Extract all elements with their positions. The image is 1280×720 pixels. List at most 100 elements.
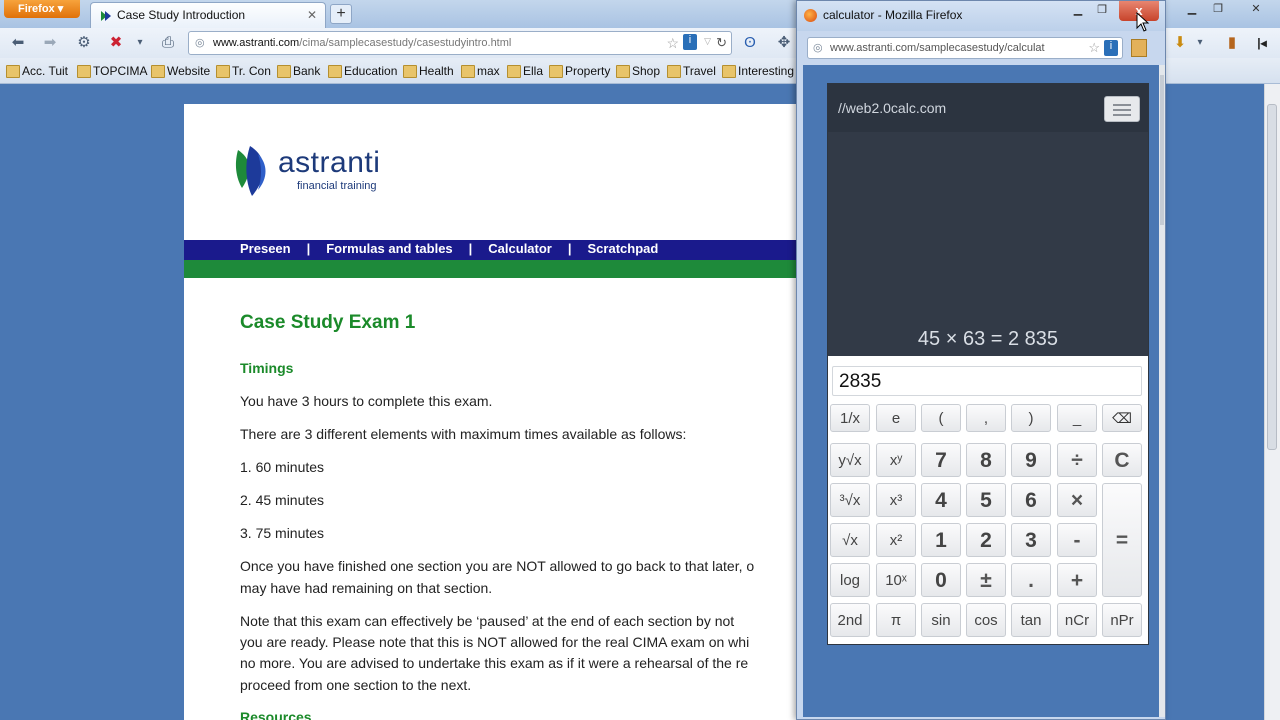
firefox-menu-button[interactable]: Firefox ▾	[4, 0, 80, 18]
calculator-input[interactable]: 2835	[832, 366, 1142, 396]
bookmark-folder[interactable]: Travel	[667, 64, 716, 78]
key-divide[interactable]: ÷	[1057, 443, 1097, 477]
bookmark-folder[interactable]: Acc. Tuit	[6, 64, 68, 78]
key-1[interactable]: 1	[921, 523, 961, 557]
key-2nd[interactable]: 2nd	[830, 603, 870, 637]
key-close-paren[interactable]: )	[1011, 404, 1051, 432]
key-plus[interactable]: +	[1057, 563, 1097, 597]
key-tan[interactable]: tan	[1011, 603, 1051, 637]
key-sin[interactable]: sin	[921, 603, 961, 637]
key-0[interactable]: 0	[921, 563, 961, 597]
popup-restore-button[interactable]: ❐	[1091, 3, 1113, 19]
restore-button[interactable]: ❐	[1206, 2, 1230, 18]
new-tab-button[interactable]: +	[330, 4, 352, 24]
tab-case-study[interactable]: Case Study Introduction ✕	[90, 2, 326, 28]
key-3[interactable]: 3	[1011, 523, 1051, 557]
key-ten-power[interactable]: 10ˣ	[876, 563, 916, 597]
key-backspace[interactable]: ⌫	[1102, 404, 1142, 432]
extension-icon[interactable]: ʘ	[740, 33, 760, 53]
key-multiply[interactable]: ×	[1057, 483, 1097, 517]
key-ncr[interactable]: nCr	[1057, 603, 1097, 637]
key-plus-minus[interactable]: ±	[966, 563, 1006, 597]
bookmark-folder[interactable]: Education	[328, 64, 397, 78]
close-window-button[interactable]: ✕	[1244, 2, 1268, 18]
url-dropdown-icon[interactable]: ▽	[704, 36, 711, 47]
key-pi[interactable]: π	[876, 603, 916, 637]
key-7[interactable]: 7	[921, 443, 961, 477]
print-icon[interactable]: ⎙	[158, 33, 178, 53]
key-cube[interactable]: x³	[876, 483, 916, 517]
key-underscore[interactable]: _	[1057, 404, 1097, 432]
nav-calculator[interactable]: Calculator	[488, 241, 552, 256]
info-icon[interactable]: i	[683, 34, 697, 50]
bookmark-folder[interactable]: Health	[403, 64, 454, 78]
key-2[interactable]: 2	[966, 523, 1006, 557]
bookmark-folder[interactable]: max	[461, 64, 500, 78]
bookmark-folder[interactable]: Property	[549, 64, 610, 78]
nav-preseen[interactable]: Preseen	[240, 241, 291, 256]
calculator-display: //web2.0calc.com 45 × 63 = 2 835	[828, 84, 1148, 356]
bookmark-folder[interactable]: Website	[151, 64, 210, 78]
popup-url-bar[interactable]: ◎ www.astranti.com/samplecasestudy/calcu…	[807, 37, 1123, 59]
back-arrow-icon[interactable]: ⬅	[8, 33, 28, 53]
minimize-button[interactable]: ▁	[1180, 2, 1204, 18]
paragraph: you are ready. Please note that this is …	[240, 634, 750, 650]
key-clear[interactable]: C	[1102, 443, 1142, 477]
main-scrollbar-thumb[interactable]	[1267, 104, 1277, 450]
bookmark-folder[interactable]: Interesting	[722, 64, 794, 78]
key-reciprocal[interactable]: 1/x	[830, 404, 870, 432]
addon-icon[interactable]: ⚙	[74, 33, 94, 53]
bookmark-star-icon[interactable]: ☆	[666, 35, 679, 52]
history-dropdown-icon[interactable]: ▾	[130, 33, 150, 53]
popup-minimize-button[interactable]: ▁	[1067, 3, 1089, 19]
key-equals[interactable]: =	[1102, 483, 1142, 597]
page-menu-icon[interactable]: |◂	[1252, 33, 1272, 53]
bookmark-folder[interactable]: Ella	[507, 64, 543, 78]
bookmark-folder[interactable]: Shop	[616, 64, 660, 78]
key-8[interactable]: 8	[966, 443, 1006, 477]
bookmark-folder[interactable]: Tr. Con	[216, 64, 271, 78]
list-item: 3. 75 minutes	[240, 525, 325, 541]
key-power[interactable]: xʸ	[876, 443, 916, 477]
bookmark-folder[interactable]: Bank	[277, 64, 320, 78]
popup-scrollbar-thumb[interactable]	[1160, 75, 1164, 225]
firefox-icon	[804, 9, 817, 22]
nav-scratchpad[interactable]: Scratchpad	[588, 241, 659, 256]
download-dropdown-icon[interactable]: ▾	[1190, 33, 1210, 53]
tab-close-icon[interactable]: ✕	[307, 8, 317, 22]
key-comma[interactable]: ,	[966, 404, 1006, 432]
url-path: /cima/samplecasestudy/casestudyintro.htm…	[299, 37, 512, 49]
key-e[interactable]: e	[876, 404, 916, 432]
key-sqrt[interactable]: √x	[830, 523, 870, 557]
page-title: Case Study Exam 1	[240, 312, 416, 333]
key-9[interactable]: 9	[1011, 443, 1051, 477]
move-icon[interactable]: ✥	[774, 33, 794, 53]
forward-arrow-icon[interactable]: ➡	[40, 33, 60, 53]
url-bar[interactable]: ◎ www.astranti.com/cima/samplecasestudy/…	[188, 31, 732, 55]
key-minus[interactable]: -	[1057, 523, 1097, 557]
stop-icon[interactable]: ✖	[106, 33, 126, 53]
key-4[interactable]: 4	[921, 483, 961, 517]
key-decimal[interactable]: .	[1011, 563, 1051, 597]
key-npr[interactable]: nPr	[1102, 603, 1142, 637]
reload-icon[interactable]: ↻	[716, 35, 727, 51]
info-icon[interactable]: i	[1104, 40, 1118, 56]
globe-icon: ◎	[813, 42, 823, 54]
key-6[interactable]: 6	[1011, 483, 1051, 517]
bookmark-star-icon[interactable]: ☆	[1088, 40, 1100, 56]
key-yth-root[interactable]: y√x	[830, 443, 870, 477]
bookmark-folder[interactable]: TOPCIMA	[77, 64, 147, 78]
popup-bookmark-icon[interactable]	[1131, 39, 1147, 57]
key-cos[interactable]: cos	[966, 603, 1006, 637]
nav-formulas[interactable]: Formulas and tables	[326, 241, 452, 256]
paragraph: There are 3 different elements with maxi…	[240, 426, 687, 442]
download-icon[interactable]: ⬇	[1170, 33, 1190, 53]
key-cube-root[interactable]: ³√x	[830, 483, 870, 517]
key-5[interactable]: 5	[966, 483, 1006, 517]
hamburger-menu-icon[interactable]	[1104, 96, 1140, 122]
bookmarks-icon[interactable]: ▮	[1222, 33, 1242, 53]
popup-title: calculator - Mozilla Firefox	[823, 8, 963, 22]
key-log[interactable]: log	[830, 563, 870, 597]
key-square[interactable]: x²	[876, 523, 916, 557]
key-open-paren[interactable]: (	[921, 404, 961, 432]
